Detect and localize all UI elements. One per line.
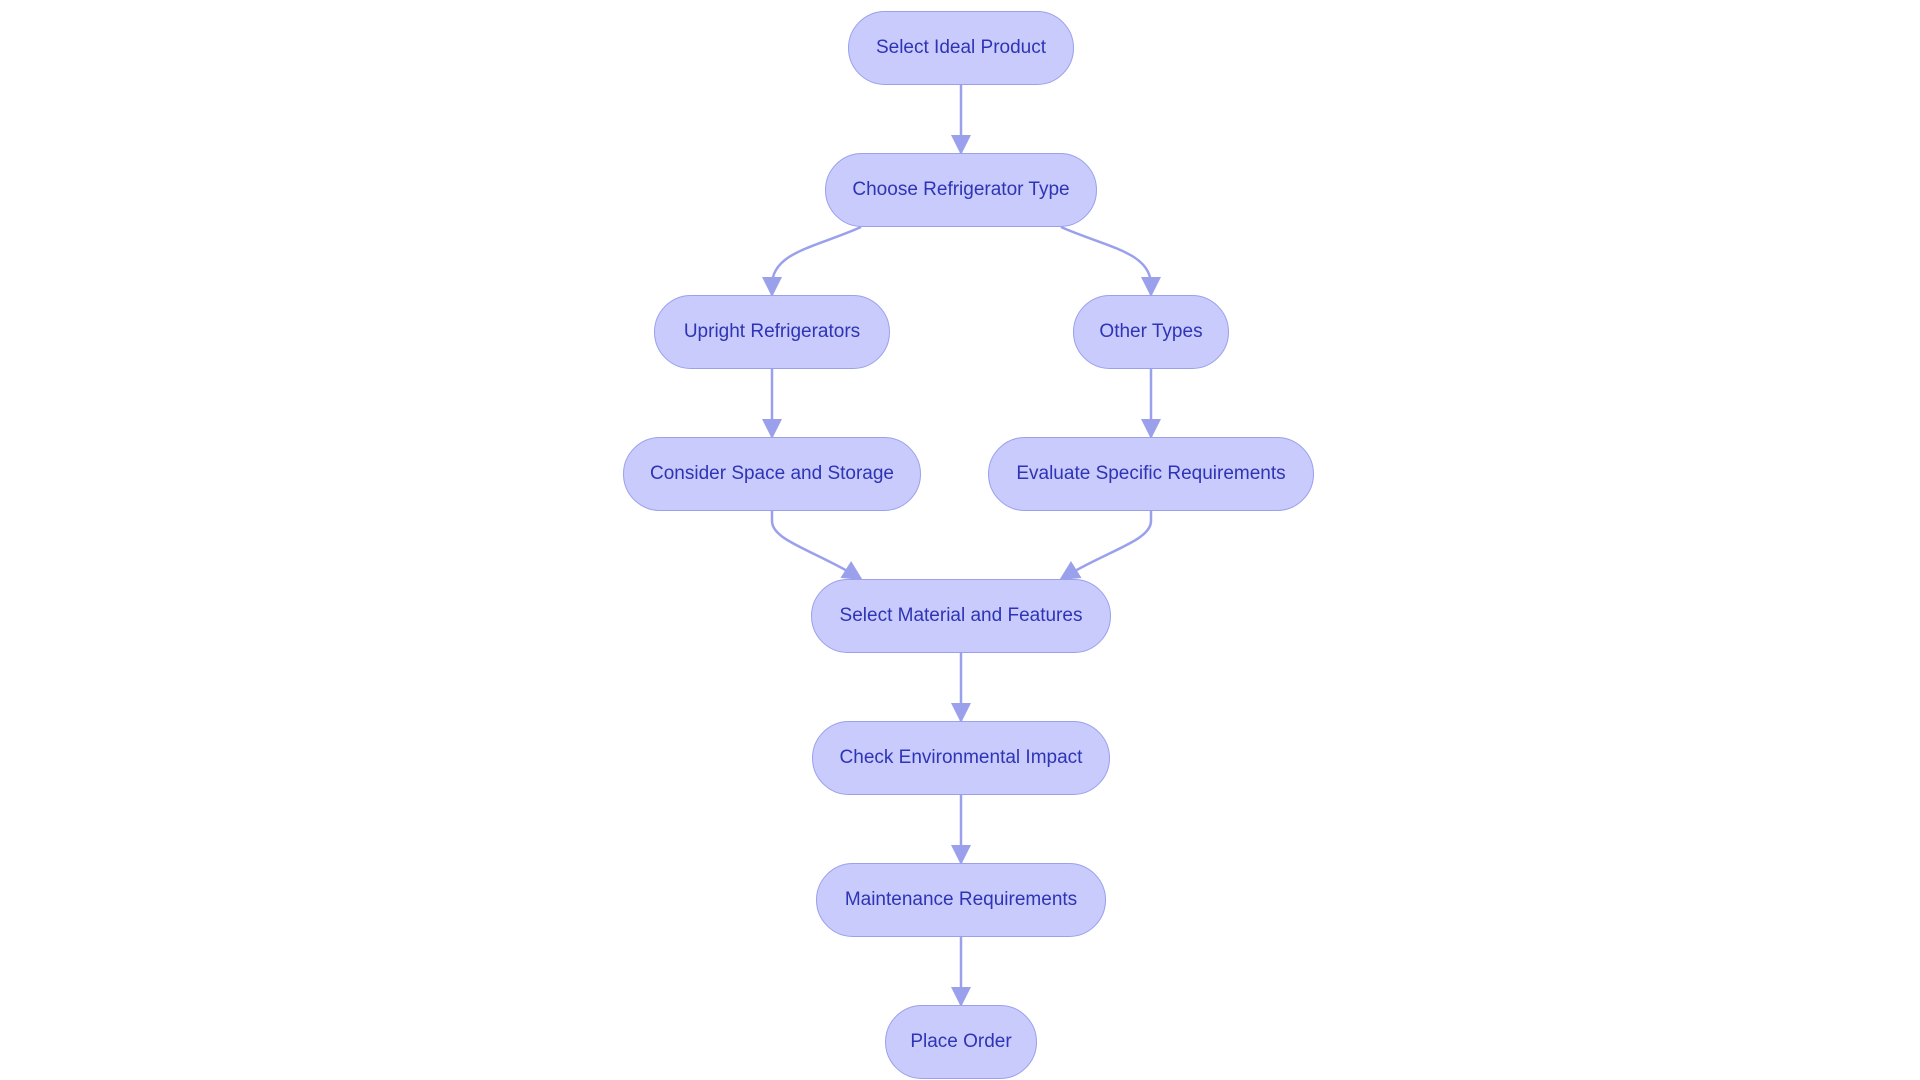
node-maintenance-requirements[interactable]: Maintenance Requirements [816,863,1106,937]
edge-n2-n4 [1060,225,1161,297]
node-select-material-and-features[interactable]: Select Material and Features [811,579,1111,653]
edge-n2-n3 [762,225,862,297]
edge-n5-n7 [770,511,863,581]
edge-n6-n7 [1059,511,1153,581]
flowchart-canvas: Select Ideal Product Choose Refrigerator… [0,0,1920,1080]
node-check-environmental-impact[interactable]: Check Environmental Impact [812,721,1110,795]
node-upright-refrigerators[interactable]: Upright Refrigerators [654,295,890,369]
node-consider-space-and-storage[interactable]: Consider Space and Storage [623,437,921,511]
node-other-types[interactable]: Other Types [1073,295,1229,369]
node-place-order[interactable]: Place Order [885,1005,1037,1079]
node-evaluate-specific-requirements[interactable]: Evaluate Specific Requirements [988,437,1314,511]
node-select-ideal-product[interactable]: Select Ideal Product [848,11,1074,85]
node-choose-refrigerator-type[interactable]: Choose Refrigerator Type [825,153,1097,227]
